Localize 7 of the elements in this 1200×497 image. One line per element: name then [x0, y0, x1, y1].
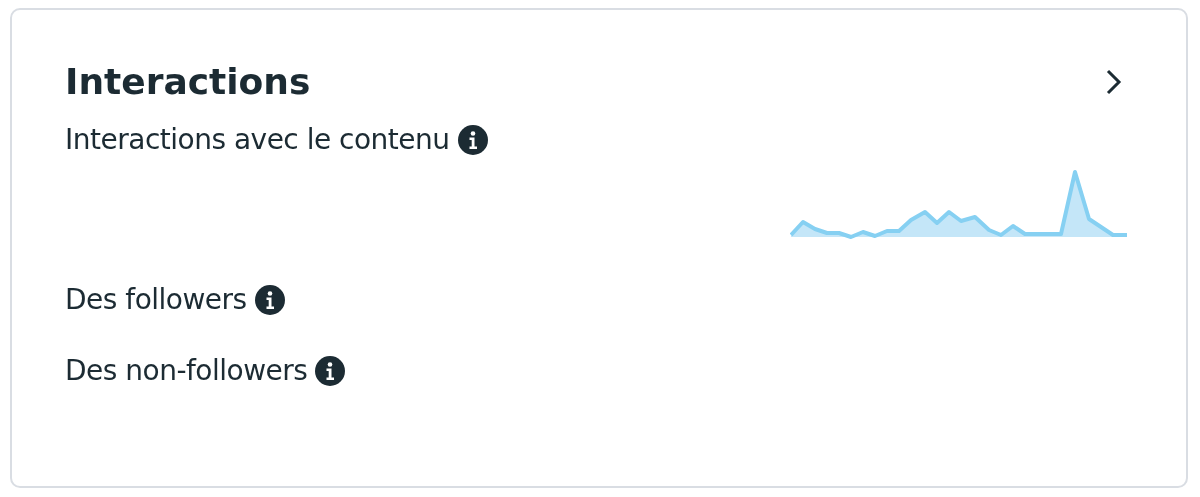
card-title: Interactions — [65, 60, 311, 104]
info-icon[interactable] — [457, 125, 488, 155]
metric-label: Des followers — [65, 282, 247, 317]
metric-label: Des non-followers — [65, 354, 308, 388]
metric-label: Interactions avec le contenu — [65, 123, 450, 157]
info-icon[interactable] — [254, 284, 285, 315]
info-icon[interactable] — [315, 356, 346, 387]
